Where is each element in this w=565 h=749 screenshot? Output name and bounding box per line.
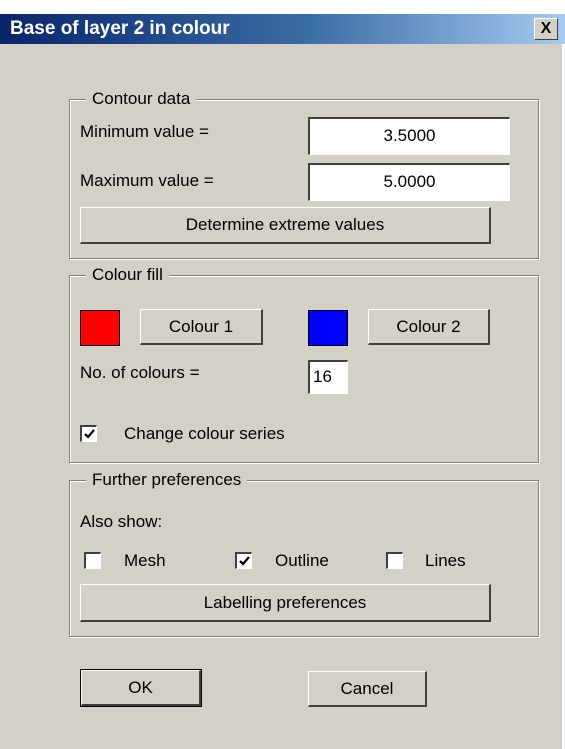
also-show-label: Also show: [80,512,163,531]
colour-fill-title: Colour fill [86,265,169,285]
further-preferences-title: Further preferences [86,470,248,490]
lines-label: Lines [425,551,466,570]
change-colour-series-label: Change colour series [124,424,285,443]
determine-extreme-values-button[interactable]: Determine extreme values [80,207,491,244]
ok-button[interactable]: OK [80,669,202,707]
lines-checkbox[interactable] [386,552,403,569]
minimum-value-label: Minimum value = [80,122,209,141]
close-button[interactable]: X [534,18,558,40]
mesh-checkbox[interactable] [84,552,101,569]
colour-2-button[interactable]: Colour 2 [368,309,490,345]
number-of-colours-label: No. of colours = [80,363,200,382]
window-title: Base of layer 2 in colour [10,18,230,39]
colour-1-swatch [80,310,120,346]
checkmark-icon [83,428,95,439]
maximum-value-label: Maximum value = [80,171,214,190]
contour-data-title: Contour data [86,89,197,109]
outline-checkbox[interactable] [235,552,252,569]
top-strip [0,0,565,14]
minimum-value-input[interactable]: 3.5000 [308,117,510,155]
close-icon: X [540,20,552,37]
mesh-label: Mesh [124,551,166,570]
maximum-value-input[interactable]: 5.0000 [308,163,510,201]
labelling-preferences-button[interactable]: Labelling preferences [80,584,491,622]
number-of-colours-input[interactable]: 16 [308,360,348,394]
change-colour-series-checkbox[interactable] [80,425,97,442]
title-bar[interactable]: Base of layer 2 in colour [0,14,565,44]
checkmark-icon [238,555,250,566]
colour-1-button[interactable]: Colour 1 [140,309,263,345]
colour-2-swatch [308,310,348,346]
outline-label: Outline [275,551,329,570]
cancel-button[interactable]: Cancel [308,671,427,707]
